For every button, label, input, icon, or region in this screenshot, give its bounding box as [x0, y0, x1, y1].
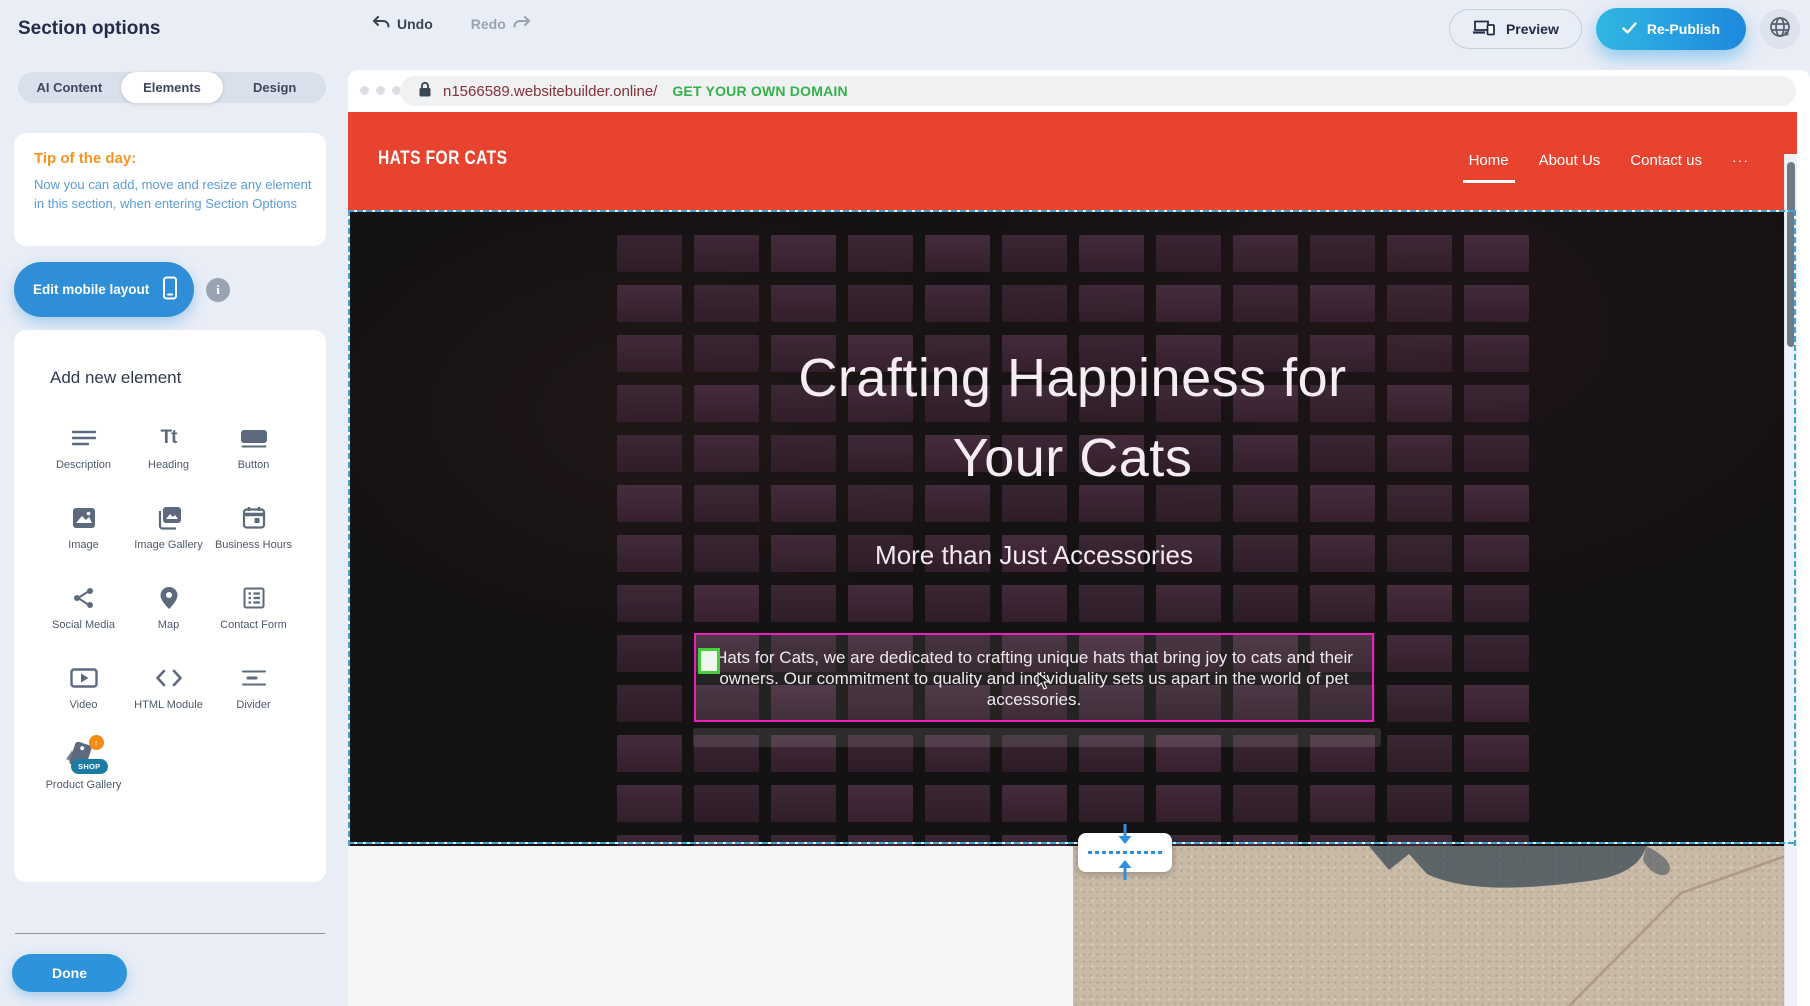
browser-chrome: n1566589.websitebuilder.online/ GET YOUR…	[348, 70, 1810, 112]
upgrade-arrow-badge: ↑	[89, 735, 104, 750]
next-section-floor-image	[1073, 846, 1797, 1006]
element-divider[interactable]: Divider	[211, 654, 296, 734]
section-selection-border-left	[348, 210, 350, 846]
preview-button[interactable]: Preview	[1449, 9, 1582, 49]
done-button[interactable]: Done	[12, 954, 127, 992]
element-video[interactable]: Video	[41, 654, 126, 734]
section-resize-handle[interactable]	[1078, 833, 1172, 872]
add-element-title: Add new element	[50, 368, 181, 388]
lock-icon	[418, 81, 432, 102]
info-icon[interactable]: i	[206, 278, 230, 302]
element-image-gallery[interactable]: Image Gallery	[126, 494, 211, 574]
element-drag-handle[interactable]	[698, 648, 720, 674]
undo-button[interactable]: Undo	[372, 16, 433, 32]
topbar-actions: Preview Re-Publish	[1449, 8, 1800, 50]
redo-button[interactable]: Redo	[471, 16, 531, 32]
site-url: n1566589.websitebuilder.online/	[443, 83, 657, 100]
devices-icon	[1472, 19, 1496, 39]
edit-mobile-layout-button[interactable]: Edit mobile layout	[14, 262, 194, 317]
tab-ai-content[interactable]: AI Content	[18, 72, 121, 103]
button-icon	[240, 422, 268, 454]
element-heading[interactable]: Tt Heading	[126, 414, 211, 494]
mobile-phone-icon	[162, 276, 178, 303]
site-nav: Home About Us Contact us ···	[1469, 112, 1749, 210]
site-header: HATS FOR CATS Home About Us Contact us ·…	[348, 112, 1797, 210]
republish-button[interactable]: Re-Publish	[1596, 8, 1746, 50]
image-icon	[72, 502, 96, 534]
window-dots	[360, 86, 401, 95]
get-domain-link[interactable]: GET YOUR OWN DOMAIN	[672, 83, 847, 99]
undo-label: Undo	[397, 16, 433, 32]
tip-of-the-day-card: Tip of the day: Now you can add, move an…	[14, 133, 326, 246]
product-gallery-icon: ↑ SHOP	[62, 742, 106, 774]
section-selection-border-top	[348, 210, 1797, 212]
divider-icon	[241, 662, 267, 694]
tab-elements[interactable]: Elements	[121, 72, 224, 103]
element-map[interactable]: Map	[126, 574, 211, 654]
section-selection-border-right	[1794, 210, 1796, 846]
business-hours-icon	[242, 502, 266, 534]
address-bar[interactable]: n1566589.websitebuilder.online/ GET YOUR…	[400, 76, 1796, 106]
element-description[interactable]: Description	[41, 414, 126, 494]
undo-redo-group: Undo Redo	[372, 16, 531, 32]
map-pin-icon	[159, 582, 179, 614]
top-toolbar: Section options Undo Redo	[0, 0, 1810, 70]
social-media-icon	[72, 582, 96, 614]
drop-placeholder-strip	[693, 728, 1381, 747]
element-image[interactable]: Image	[41, 494, 126, 574]
mouse-cursor	[1037, 672, 1050, 695]
section-options-sidebar: AI Content Elements Design Tip of the da…	[0, 70, 348, 1006]
element-contact-form[interactable]: Contact Form	[211, 574, 296, 654]
tip-title: Tip of the day:	[34, 150, 306, 167]
shop-badge: SHOP	[71, 759, 107, 774]
description-icon	[71, 422, 97, 454]
selected-text-element[interactable]: Hats for Cats, we are dedicated to craft…	[694, 633, 1374, 722]
element-grid: Description Tt Heading Button Image	[41, 414, 297, 814]
redo-label: Redo	[471, 16, 506, 32]
cat-shadow	[1369, 846, 1646, 888]
language-globe-button[interactable]	[1760, 9, 1800, 49]
tip-body: Now you can add, move and resize any ele…	[34, 176, 314, 214]
contact-form-icon	[242, 582, 266, 614]
sidebar-divider	[15, 933, 325, 934]
element-product-gallery[interactable]: ↑ SHOP Product Gallery	[41, 734, 126, 814]
resize-arrows-icon	[1114, 822, 1136, 882]
next-section-left	[348, 846, 1073, 1006]
sidebar-tabs: AI Content Elements Design	[18, 72, 326, 103]
image-gallery-icon	[156, 502, 182, 534]
nav-contact-us[interactable]: Contact us	[1630, 152, 1702, 171]
site-logo[interactable]: HATS FOR CATS	[378, 148, 507, 170]
hero-subheading[interactable]: More than Just Accessories	[348, 540, 1720, 571]
preview-label: Preview	[1506, 21, 1559, 37]
page-title: Section options	[18, 18, 161, 40]
section-selection-border-bottom	[348, 842, 1797, 844]
hero-section-selected[interactable]: Crafting Happiness forYour Cats More tha…	[348, 210, 1797, 846]
undo-icon	[372, 16, 390, 32]
site-preview-window: n1566589.websitebuilder.online/ GET YOUR…	[348, 70, 1810, 1006]
nav-home[interactable]: Home	[1469, 152, 1509, 171]
add-new-element-panel: Add new element Description Tt Heading B…	[14, 330, 326, 882]
nav-more-icon[interactable]: ···	[1732, 152, 1749, 170]
video-icon	[70, 662, 98, 694]
edit-mobile-label: Edit mobile layout	[33, 282, 149, 297]
globe-icon	[1768, 15, 1792, 44]
site-canvas: HATS FOR CATS Home About Us Contact us ·…	[348, 112, 1797, 1006]
element-social-media[interactable]: Social Media	[41, 574, 126, 654]
nav-about-us[interactable]: About Us	[1539, 152, 1601, 171]
heading-icon: Tt	[161, 422, 177, 454]
redo-icon	[513, 16, 531, 32]
hero-heading[interactable]: Crafting Happiness forYour Cats	[348, 338, 1797, 498]
republish-label: Re-Publish	[1647, 21, 1720, 37]
element-business-hours[interactable]: Business Hours	[211, 494, 296, 574]
element-html-module[interactable]: HTML Module	[126, 654, 211, 734]
hero-paragraph: Hats for Cats, we are dedicated to craft…	[706, 647, 1362, 710]
tab-design[interactable]: Design	[223, 72, 326, 103]
element-button[interactable]: Button	[211, 414, 296, 494]
html-code-icon	[155, 662, 183, 694]
check-icon	[1622, 21, 1637, 37]
